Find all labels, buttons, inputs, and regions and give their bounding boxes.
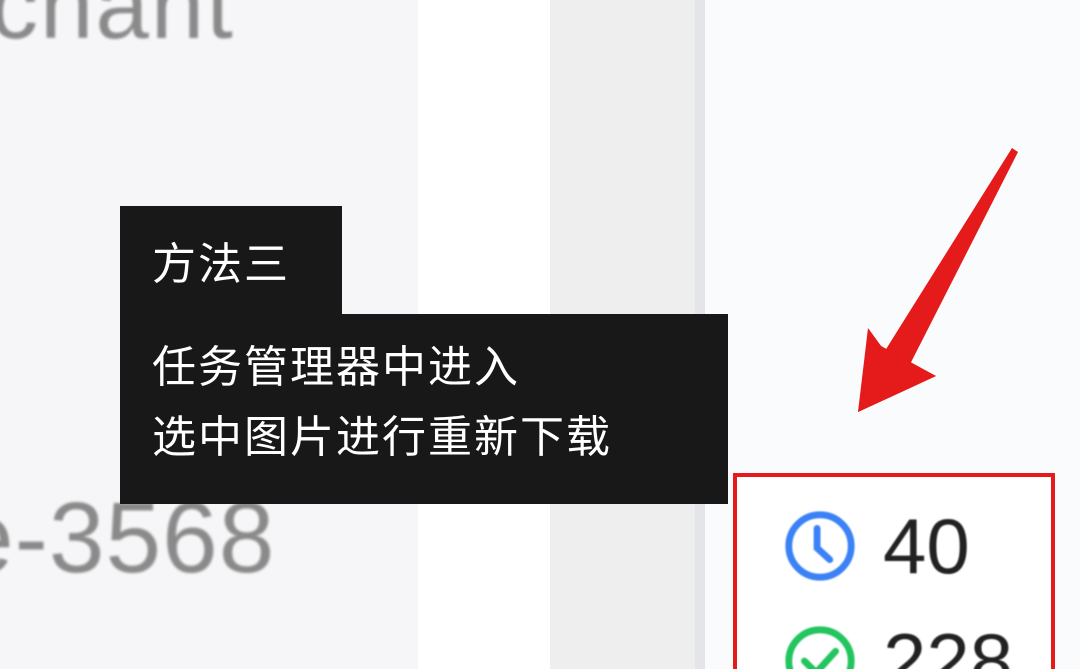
caption-body: 任务管理器中进入 选中图片进行重新下载: [120, 314, 728, 504]
check-circle-icon: [785, 626, 855, 669]
merchant-name-text: chant: [0, 0, 235, 59]
screenshot-stage: chant e-3568 方法三 任务管理器中进入 选中图片进行重新下载 40 …: [0, 0, 1080, 669]
caption-title-text: 方法三: [152, 239, 290, 290]
pending-tasks-stat[interactable]: 40: [781, 507, 970, 585]
completed-tasks-stat[interactable]: 228: [781, 622, 1013, 669]
caption-line-2: 选中图片进行重新下载: [152, 412, 612, 463]
completed-count: 228: [883, 617, 1014, 669]
red-arrow-icon: [858, 148, 1018, 412]
task-stats-highlight: 40 228: [733, 473, 1055, 669]
pending-count: 40: [883, 502, 970, 590]
caption-line-1: 任务管理器中进入: [152, 342, 520, 393]
clock-icon: [785, 511, 855, 581]
caption-title: 方法三: [120, 206, 342, 314]
